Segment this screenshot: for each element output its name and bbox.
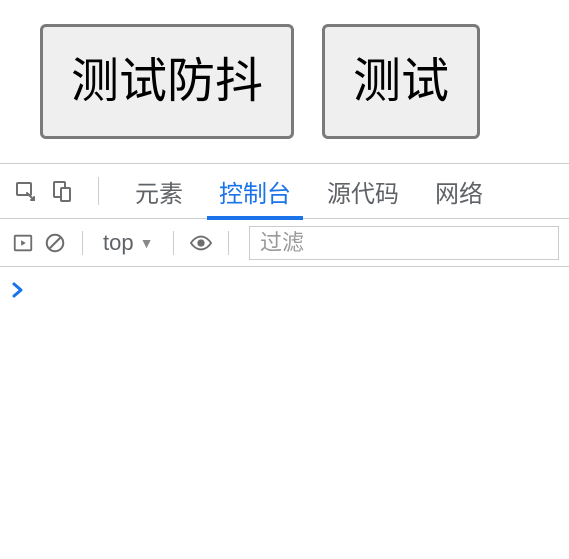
divider	[173, 231, 174, 255]
toggle-drawer-icon[interactable]	[10, 219, 36, 267]
context-label: top	[103, 230, 134, 256]
page-content: 测试防抖 测试	[0, 0, 569, 163]
clear-console-icon[interactable]	[42, 219, 68, 267]
divider	[98, 177, 99, 205]
divider	[228, 231, 229, 255]
divider	[82, 231, 83, 255]
debounce-test-button[interactable]: 测试防抖	[40, 24, 294, 139]
live-expression-icon[interactable]	[188, 219, 214, 267]
test-button-2[interactable]: 测试	[322, 24, 480, 139]
chevron-down-icon: ▼	[140, 235, 154, 251]
devtools-panel: 元素 控制台 源代码 网络 top ▼	[0, 163, 569, 313]
device-toggle-icon[interactable]	[44, 164, 80, 219]
filter-input[interactable]	[249, 226, 559, 260]
console-toolbar: top ▼	[0, 219, 569, 267]
devtools-tab-bar: 元素 控制台 源代码 网络	[0, 164, 569, 219]
prompt-chevron-icon	[10, 281, 26, 299]
console-prompt[interactable]	[10, 281, 559, 299]
tab-network[interactable]: 网络	[417, 164, 501, 219]
tab-elements[interactable]: 元素	[117, 164, 201, 219]
inspect-element-icon[interactable]	[8, 164, 44, 219]
console-body[interactable]	[0, 267, 569, 313]
tab-sources[interactable]: 源代码	[309, 164, 417, 219]
tab-console[interactable]: 控制台	[201, 164, 309, 219]
execution-context-selector[interactable]: top ▼	[97, 230, 159, 256]
